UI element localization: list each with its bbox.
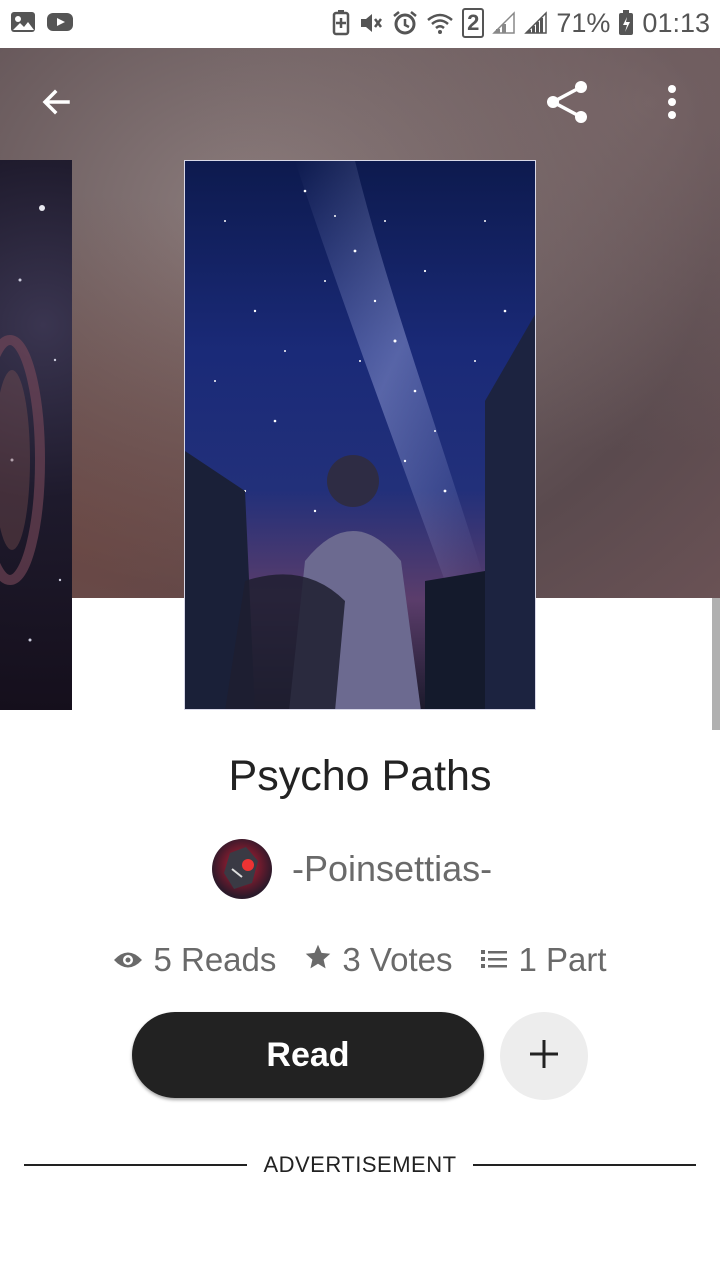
advertisement-label: ADVERTISEMENT [263,1152,457,1177]
divider-line-left [24,1164,248,1166]
parts-stat[interactable]: 1 Part [480,941,607,979]
previous-story-cover[interactable] [0,160,72,710]
youtube-icon [46,10,74,34]
mute-icon [358,10,384,36]
back-arrow-icon [38,84,74,125]
add-to-library-button[interactable] [500,1012,588,1100]
alarm-icon [392,10,418,36]
wifi-icon [426,11,454,35]
votes-stat: 3 Votes [304,941,452,979]
reads-label: 5 Reads [153,941,277,978]
avatar[interactable] [212,839,272,899]
clock: 01:13 [642,7,710,38]
share-icon [543,78,591,131]
divider-line-right [472,1164,696,1166]
parts-label[interactable]: 1 Part [518,941,606,979]
gallery-icon [10,10,36,34]
reads-stat: 5 Reads [113,941,276,979]
scrollbar[interactable] [712,598,720,730]
signal-icon-secondary [524,11,548,35]
advertisement-divider: ADVERTISEMENT [24,1150,696,1180]
story-stats: 5 Reads 3 Votes 1 Part [0,936,720,984]
battery-saver-icon [332,10,350,36]
eye-icon [113,941,143,979]
star-icon [304,941,332,979]
back-button[interactable] [32,80,80,128]
story-title: Psycho Paths [228,752,492,800]
list-icon [480,941,508,979]
status-bar: 2 71% 01:13 [0,0,720,48]
sim-label: 2 [462,8,485,38]
signal-icon [492,11,516,35]
more-options-button[interactable] [648,80,696,128]
more-vertical-icon [666,84,678,125]
battery-icon [618,10,634,36]
story-cover[interactable] [184,160,536,710]
author-link[interactable]: -Poinsettias- [212,838,492,900]
share-button[interactable] [543,80,591,128]
plus-icon [527,1037,561,1076]
battery-percent: 71% [556,7,611,38]
read-button[interactable]: Read [132,1012,484,1098]
votes-label: 3 Votes [342,941,453,978]
author-name[interactable]: -Poinsettias- [292,848,492,890]
